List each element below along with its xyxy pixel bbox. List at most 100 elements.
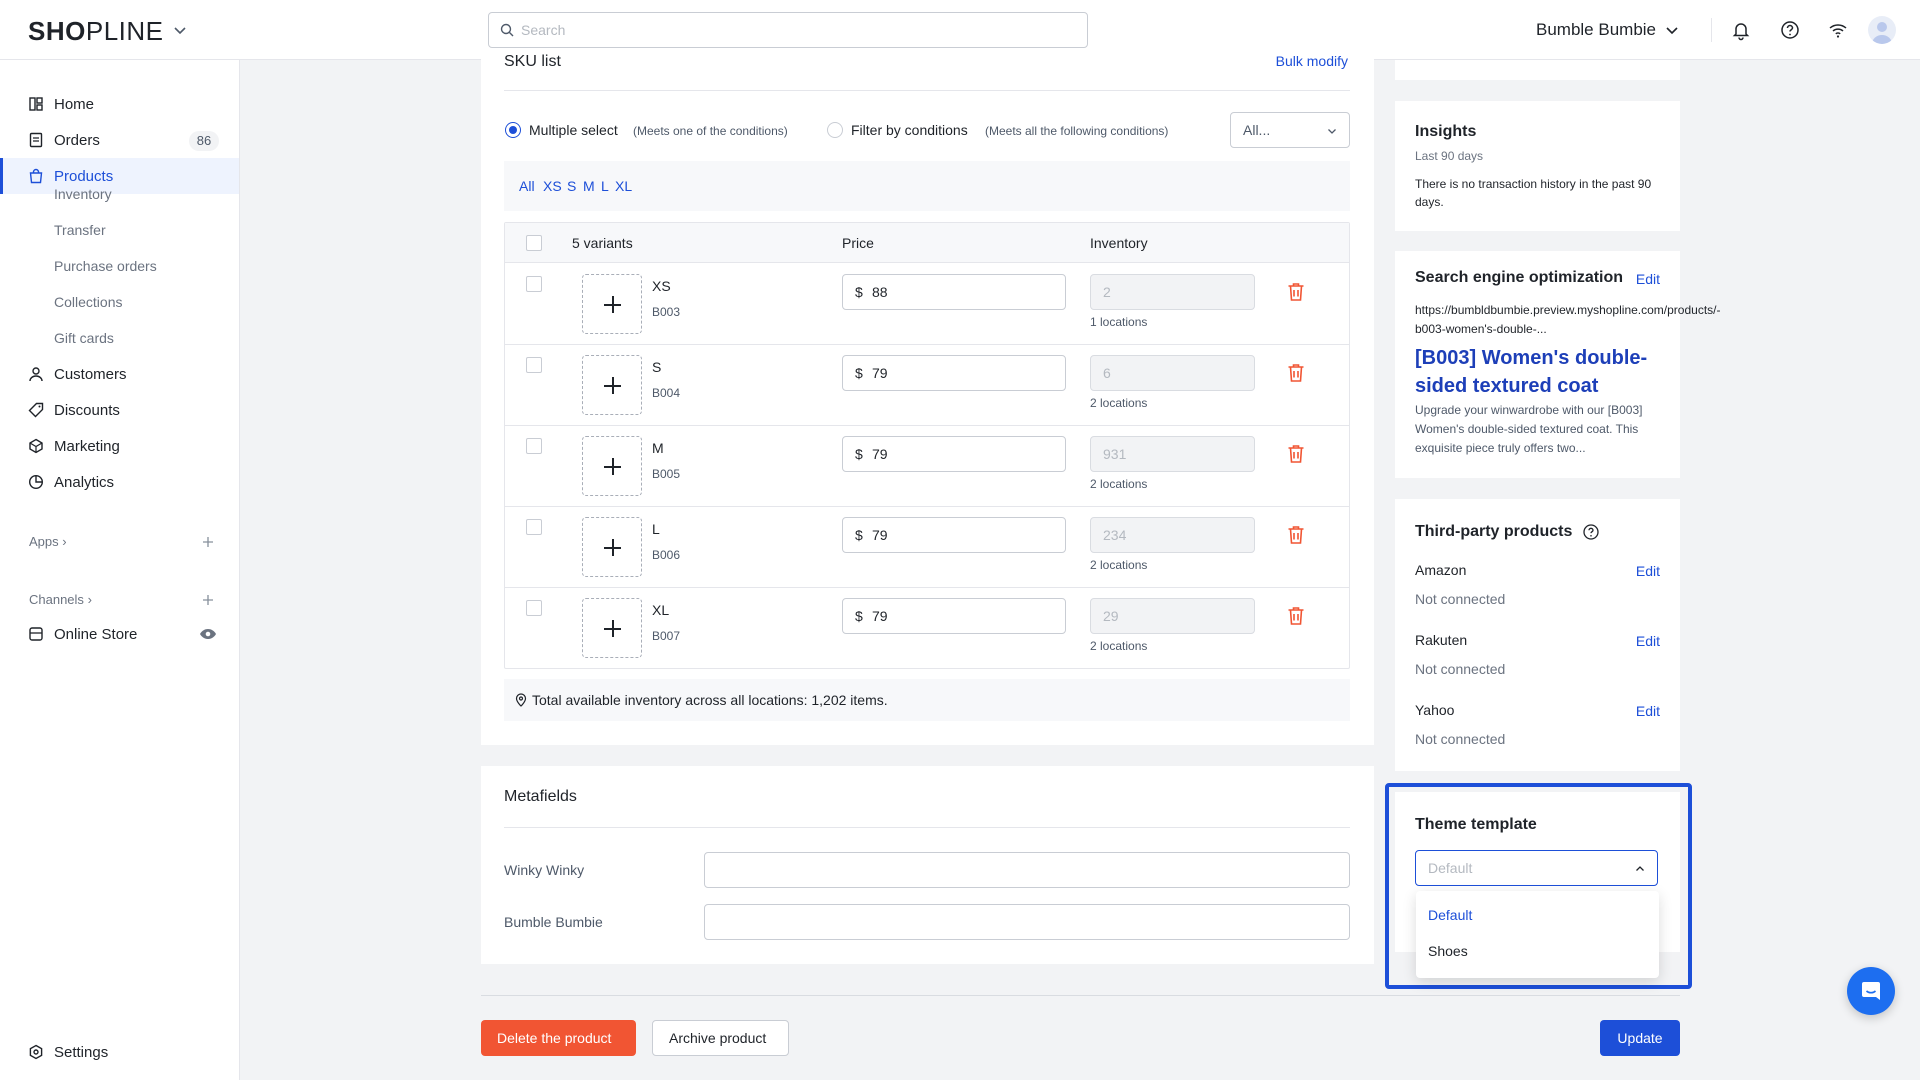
chip-l[interactable]: L <box>601 178 609 194</box>
search-box[interactable] <box>488 12 1088 48</box>
add-image-button[interactable] <box>582 274 642 334</box>
sidebar-item-label: Customers <box>54 365 127 383</box>
variant-chip-bar: All XS S M L XL <box>504 161 1350 211</box>
header-divider <box>1711 18 1712 42</box>
search-input[interactable] <box>521 13 1081 47</box>
locations-count[interactable]: 2 locations <box>1090 639 1147 653</box>
chip-xl[interactable]: XL <box>615 178 632 194</box>
chevron-down-icon[interactable] <box>172 22 188 38</box>
add-channel-plus-icon[interactable] <box>202 594 214 606</box>
row-checkbox[interactable] <box>526 276 542 292</box>
locations-count[interactable]: 2 locations <box>1090 477 1147 491</box>
delete-product-button[interactable]: Delete the product <box>481 1020 636 1056</box>
row-checkbox[interactable] <box>526 600 542 616</box>
eye-icon[interactable] <box>199 628 217 640</box>
sidebar-item-marketing[interactable]: Marketing <box>0 428 239 464</box>
locations-count[interactable]: 2 locations <box>1090 396 1147 410</box>
add-image-button[interactable] <box>582 517 642 577</box>
footer-divider <box>481 995 1680 996</box>
sidebar-item-discounts[interactable]: Discounts <box>0 392 239 428</box>
amazon-status: Not connected <box>1415 591 1506 607</box>
shopline-logo[interactable]: SHOPLINE <box>28 16 164 47</box>
chip-all[interactable]: All <box>519 178 535 194</box>
sidebar-item-inventory[interactable]: Inventory <box>54 186 112 202</box>
trash-icon[interactable] <box>1287 606 1305 626</box>
inventory-field: 234 <box>1090 517 1255 553</box>
yahoo-edit-link[interactable]: Edit <box>1636 703 1660 719</box>
total-inventory-note: Total available inventory across all loc… <box>504 679 1350 721</box>
sidebar-item-collections[interactable]: Collections <box>54 294 122 310</box>
yahoo-name: Yahoo <box>1415 702 1455 718</box>
search-icon <box>500 23 514 37</box>
chat-support-button[interactable] <box>1847 967 1895 1015</box>
wifi-icon[interactable] <box>1827 19 1849 41</box>
sidebar-item-label: Orders <box>54 131 100 149</box>
row-checkbox[interactable] <box>526 438 542 454</box>
sidebar-item-analytics[interactable]: Analytics <box>0 464 239 500</box>
third-party-card: Third-party products Amazon Edit Not con… <box>1395 499 1680 771</box>
chip-xs[interactable]: XS <box>543 178 562 194</box>
sidebar-item-orders[interactable]: Orders 86 <box>0 122 239 158</box>
avatar[interactable] <box>1868 16 1896 44</box>
price-input[interactable]: $88 <box>842 274 1066 310</box>
add-image-button[interactable] <box>582 436 642 496</box>
locations-count[interactable]: 2 locations <box>1090 558 1147 572</box>
trash-icon[interactable] <box>1287 363 1305 383</box>
amazon-edit-link[interactable]: Edit <box>1636 563 1660 579</box>
sidebar-item-purchase-orders[interactable]: Purchase orders <box>54 258 157 274</box>
chevron-down-icon[interactable] <box>1664 22 1680 38</box>
sidebar-item-label: Analytics <box>54 473 115 491</box>
orders-count-badge: 86 <box>189 131 219 151</box>
trash-icon[interactable] <box>1287 525 1305 545</box>
theme-option-shoes[interactable]: Shoes <box>1428 943 1468 959</box>
filter-conditions-radio[interactable] <box>827 122 843 138</box>
insights-period: Last 90 days <box>1415 149 1484 163</box>
chip-s[interactable]: S <box>567 178 576 194</box>
locations-count[interactable]: 1 locations <box>1090 315 1147 329</box>
user-avatar-icon <box>1872 22 1892 44</box>
sidebar-item-customers[interactable]: Customers <box>0 356 239 392</box>
price-input[interactable]: $79 <box>842 517 1066 553</box>
help-icon[interactable] <box>1779 19 1801 41</box>
sidebar-item-products[interactable]: Products <box>0 158 239 194</box>
multiple-select-label[interactable]: Multiple select <box>529 122 618 138</box>
add-image-button[interactable] <box>582 598 642 658</box>
variant-sku: B004 <box>652 386 681 400</box>
filter-conditions-label[interactable]: Filter by conditions <box>851 122 968 138</box>
metafield-bumble-bumbie-input[interactable] <box>704 904 1350 940</box>
add-image-button[interactable] <box>582 355 642 415</box>
sidebar-item-home[interactable]: Home <box>0 86 239 122</box>
trash-icon[interactable] <box>1287 282 1305 302</box>
theme-option-default[interactable]: Default <box>1428 907 1472 923</box>
price-input[interactable]: $79 <box>842 355 1066 391</box>
bulk-modify-link[interactable]: Bulk modify <box>1276 53 1348 69</box>
sidebar-apps-section[interactable]: Apps › <box>29 534 67 549</box>
sidebar-channels-section[interactable]: Channels › <box>29 592 92 607</box>
multiple-select-radio[interactable] <box>505 122 521 138</box>
store-switcher[interactable]: Bumble Bumbie <box>1536 20 1656 40</box>
seo-url: https://bumbldbumbie.preview.myshopline.… <box>1415 303 1721 336</box>
condition-select[interactable]: All... <box>1230 112 1350 148</box>
seo-edit-link[interactable]: Edit <box>1636 271 1660 287</box>
price-input[interactable]: $79 <box>842 598 1066 634</box>
chip-m[interactable]: M <box>583 178 595 194</box>
help-icon[interactable] <box>1582 523 1600 541</box>
select-all-checkbox[interactable] <box>526 235 542 251</box>
price-input[interactable]: $79 <box>842 436 1066 472</box>
update-button[interactable]: Update <box>1600 1020 1680 1056</box>
rakuten-name: Rakuten <box>1415 632 1468 648</box>
bell-icon[interactable] <box>1730 19 1752 41</box>
metafields-card: Metafields Winky Winky Bumble Bumbie <box>481 766 1374 964</box>
table-row: L B006 $79 234 2 locations <box>505 507 1349 588</box>
metafield-winky-winky-input[interactable] <box>704 852 1350 888</box>
rakuten-edit-link[interactable]: Edit <box>1636 633 1660 649</box>
variant-name: XL <box>652 602 670 618</box>
trash-icon[interactable] <box>1287 444 1305 464</box>
sidebar-item-gift-cards[interactable]: Gift cards <box>54 330 114 346</box>
archive-product-button[interactable]: Archive product <box>652 1020 789 1056</box>
sidebar-item-transfer[interactable]: Transfer <box>54 222 106 238</box>
row-checkbox[interactable] <box>526 357 542 373</box>
add-app-plus-icon[interactable] <box>202 536 214 548</box>
row-checkbox[interactable] <box>526 519 542 535</box>
sidebar-item-settings[interactable]: Settings <box>0 1034 239 1070</box>
